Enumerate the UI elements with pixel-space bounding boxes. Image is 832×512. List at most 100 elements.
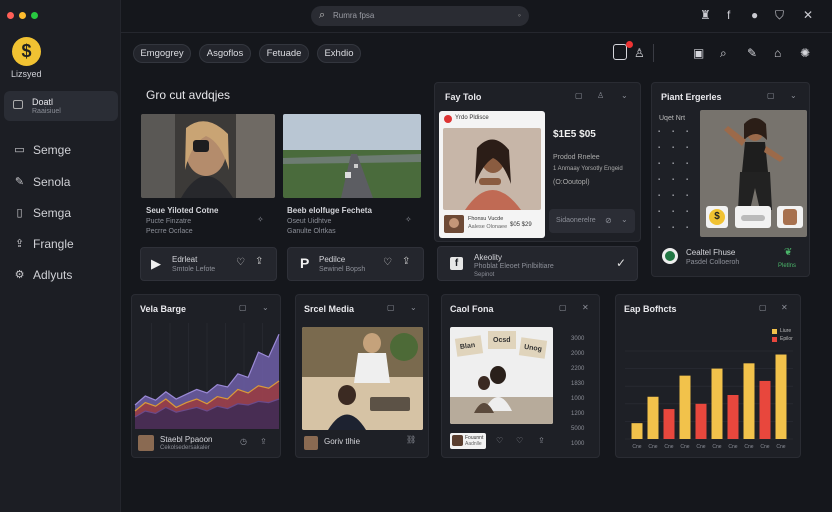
video-thumbnail-2[interactable] — [283, 114, 421, 198]
x-tick-label: Cne — [648, 444, 657, 450]
book-icon: ▯ — [16, 206, 23, 219]
tab-2[interactable]: Asgoflos — [199, 44, 251, 63]
notes-icon[interactable] — [613, 44, 627, 60]
svg-text:▪: ▪ — [672, 145, 674, 151]
chevron-down-icon[interactable]: ⌄ — [262, 303, 269, 312]
heart-icon[interactable]: ♡ — [516, 436, 523, 445]
copy-icon[interactable]: ▢ — [559, 303, 567, 312]
search-icon[interactable]: ⌕ — [720, 46, 727, 61]
x-tick-label: Cne — [664, 444, 673, 450]
settings-icon[interactable]: ✺ — [800, 46, 810, 60]
leaf-icon[interactable]: ❦ — [784, 247, 792, 258]
svg-text:▪: ▪ — [672, 129, 674, 135]
copy-icon[interactable]: ▢ — [759, 303, 767, 312]
x-tick-label: Cne — [632, 444, 641, 450]
chevron-down-icon[interactable]: ⌄ — [621, 91, 628, 100]
shield-icon[interactable]: ⛉ — [775, 8, 784, 23]
share-icon[interactable]: ⇪ — [255, 256, 263, 267]
user-icon[interactable]: ♙ — [597, 91, 604, 100]
action-bar[interactable]: Sidaonerelre ⊘ ⌄ — [549, 209, 635, 233]
shoe-card[interactable] — [735, 206, 771, 228]
share-icon[interactable]: ⇪ — [538, 436, 545, 445]
bar — [743, 363, 755, 439]
footer-name: Staebl Ppaoon — [160, 435, 213, 444]
panel-title: Vela Barge — [140, 304, 187, 314]
mic-icon[interactable]: ◦ — [518, 10, 521, 20]
save-icon[interactable]: ▣ — [693, 46, 704, 60]
footer-chip[interactable]: Fouunnt Aadnlle — [450, 433, 486, 449]
copy-icon[interactable]: ▢ — [387, 303, 395, 312]
detail-line-2: 1 Anmaay Yorsotly Engeid — [553, 166, 623, 172]
svg-text:▪: ▪ — [672, 177, 674, 183]
close-icon[interactable]: ✕ — [803, 8, 813, 22]
heart-icon[interactable]: ♡ — [496, 436, 503, 445]
tab-3[interactable]: Fetuade — [259, 44, 309, 63]
x-tick-label: Cne — [728, 444, 737, 450]
svg-text:▪: ▪ — [658, 145, 660, 151]
search-input[interactable]: ⌕ Rumra fpsa ◦ — [311, 6, 529, 26]
x-tick-label: Cne — [696, 444, 705, 450]
sign-2: Ocsd — [493, 337, 511, 344]
clock-icon[interactable]: ◷ — [240, 437, 247, 446]
footer-name: Goriv tlhie — [324, 437, 361, 446]
thumb-sub: Aalese Olonaee — [468, 224, 508, 230]
bar — [711, 368, 723, 439]
sidebar-item-2[interactable]: ✎ Senola — [14, 175, 70, 189]
home-icon[interactable]: ⌂ — [774, 46, 781, 60]
sidebar-item-5[interactable]: ⚙ Adlyuts — [14, 268, 73, 282]
svg-text:▪: ▪ — [686, 145, 688, 151]
p-icon[interactable]: P — [300, 255, 309, 271]
coin-card[interactable]: $ — [706, 206, 728, 228]
check-icon[interactable]: ✓ — [616, 256, 626, 270]
chevron-down-icon[interactable]: ⌄ — [790, 91, 797, 100]
video-title-1: Seue Yiloted Cotne — [146, 206, 219, 215]
avatar-card[interactable] — [777, 206, 803, 228]
close-window-button[interactable] — [7, 12, 14, 19]
activity-row[interactable]: f Akeolity Phoblat Eleoet Pinlbiltiare S… — [437, 246, 638, 281]
copy-icon[interactable]: ▢ — [575, 91, 583, 100]
brush-icon[interactable]: ✎ — [747, 46, 757, 60]
video-thumbnail-1[interactable] — [141, 114, 275, 198]
dollar-icon: $ — [709, 209, 725, 225]
facebook-icon[interactable]: f — [727, 8, 730, 22]
copy-icon[interactable]: ▢ — [767, 91, 775, 100]
link-icon[interactable]: ⛓ — [406, 435, 416, 444]
close-icon[interactable]: ✕ — [582, 303, 589, 312]
tab-1[interactable]: Emgogrey — [133, 44, 191, 63]
play-icon[interactable]: ▶ — [151, 256, 161, 272]
minimize-window-button[interactable] — [19, 12, 26, 19]
chat-icon[interactable]: ● — [751, 8, 758, 22]
search-icon: ⌕ — [319, 9, 326, 21]
pin-icon[interactable]: ✧ — [257, 215, 264, 224]
heart-icon[interactable]: ♡ — [383, 257, 392, 268]
video-sub-2b: Ganulte Olrtkas — [287, 228, 336, 235]
pin-icon[interactable]: ⊘ — [605, 216, 612, 225]
detail-line-3: (O:Ooutopl) — [553, 179, 590, 186]
sidebar-item-4[interactable]: ⇪ Frangle — [14, 237, 74, 251]
sidebar-item-1[interactable]: ▭ Semge — [14, 143, 71, 157]
copy-icon[interactable]: ▢ — [239, 303, 247, 312]
user-icon[interactable]: ♙ — [634, 46, 645, 60]
svg-text:▪: ▪ — [686, 161, 688, 167]
share-icon[interactable]: ⇪ — [260, 437, 267, 446]
pin-icon[interactable]: ✧ — [405, 215, 412, 224]
chevron-down-icon[interactable]: ⌄ — [410, 303, 417, 312]
close-icon[interactable]: ✕ — [781, 303, 788, 312]
maximize-window-button[interactable] — [31, 12, 38, 19]
trendy-chart-panel: Eap Bofhcts ▢ ✕ Liure Epilor Cne Cne Cne Cn… — [615, 294, 801, 458]
heart-icon[interactable]: ♡ — [236, 257, 245, 268]
sidebar-item-3[interactable]: ▯ Semga — [14, 206, 71, 220]
tower-icon[interactable]: ♜ — [700, 8, 711, 22]
post-card[interactable]: Yrdo Pldisce Fhonsu Vucde Aalese Olonaee… — [439, 111, 545, 238]
x-tick-label: Cne — [744, 444, 753, 450]
sidebar-item-active[interactable]: Doatl Raaisiuel — [4, 91, 118, 121]
legend-item-2: Epilor — [772, 336, 793, 342]
avatar — [138, 435, 154, 451]
share-icon[interactable]: ⇪ — [402, 256, 410, 267]
svg-text:▪: ▪ — [686, 177, 688, 183]
dollar-logo-icon[interactable]: $ — [12, 37, 41, 66]
tab-4[interactable]: Exhdio — [317, 44, 361, 63]
chevron-down-icon[interactable]: ⌄ — [621, 215, 628, 224]
divider — [653, 44, 654, 62]
panel-title: Fay Tolo — [445, 92, 482, 102]
